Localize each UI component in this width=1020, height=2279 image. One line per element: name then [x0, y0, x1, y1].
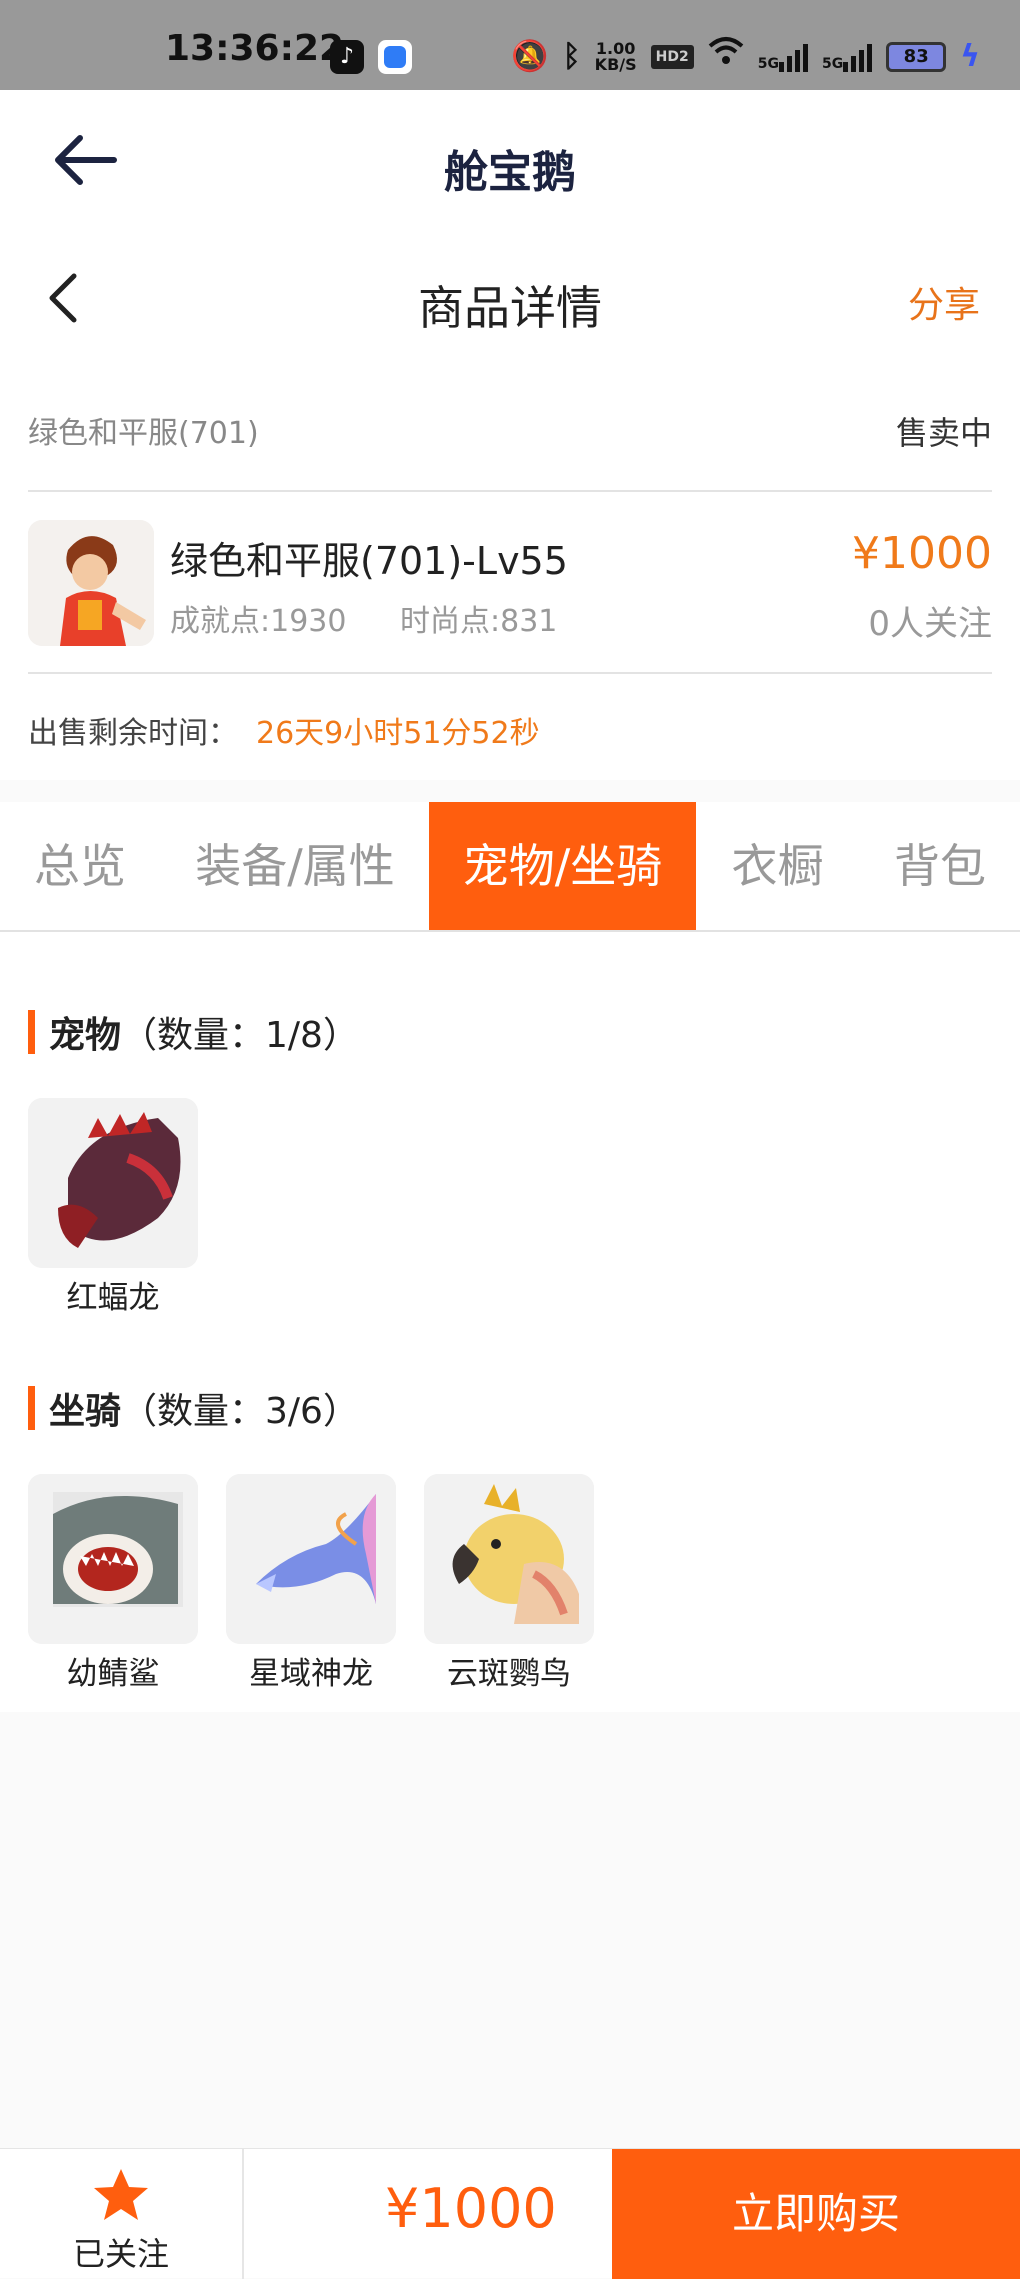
parrot-icon [424, 1474, 594, 1644]
section-marker [28, 1386, 35, 1430]
tab-bar: 总览 装备/属性 宠物/坐骑 衣橱 背包 [0, 802, 1020, 932]
mounts-title: 坐骑 [49, 1391, 122, 1432]
status-icons: 🔕 ᛒ 1.00 KB/S HD2 5G 5G 83 ϟ [511, 36, 980, 77]
bluetooth-icon: ᛒ [562, 38, 581, 74]
hd-icon: HD2 [650, 44, 694, 69]
follow-button[interactable]: 已关注 [0, 2149, 244, 2279]
buy-now-button[interactable]: 立即购买 [612, 2149, 1020, 2279]
mount-thumbnail[interactable] [28, 1474, 198, 1644]
mounts-section-title: 坐骑 （数量：3/6） [28, 1382, 359, 1434]
page-title: 商品详情 [418, 281, 602, 335]
fashion-points: 时尚点:831 [400, 604, 558, 639]
charging-icon: ϟ [960, 39, 980, 74]
bottom-price: ¥1000 [385, 2177, 557, 2240]
remaining-time-value: 26天9小时51分52秒 [256, 716, 540, 751]
tab-pets-mounts[interactable]: 宠物/坐骑 [429, 802, 696, 930]
pets-section-title: 宠物 （数量：1/8） [28, 1006, 359, 1058]
mounts-count: （数量：3/6） [121, 1391, 359, 1432]
app-header: 舱宝鹅 [0, 90, 1020, 240]
wifi-icon [708, 36, 744, 77]
app-title: 舱宝鹅 [444, 147, 576, 198]
remaining-time-label: 出售剩余时间： [28, 716, 238, 751]
tab-backpack[interactable]: 背包 [860, 802, 1020, 930]
follow-label: 已关注 [72, 2235, 169, 2273]
achievement-points: 成就点:1930 [170, 604, 347, 639]
pet-name: 红蝠龙 [66, 1280, 160, 1316]
divider [28, 490, 992, 492]
character-avatar [28, 520, 154, 646]
star-dragon-icon [226, 1474, 396, 1644]
item-price: ¥1000 [852, 528, 992, 579]
status-time: 13:36:22 [165, 28, 345, 69]
net-speed-unit: KB/S [594, 54, 637, 74]
share-button[interactable]: 分享 [908, 276, 980, 328]
section-marker [28, 1010, 35, 1054]
sale-status: 售卖中 [895, 414, 992, 452]
pets-mounts-content: 宠物 （数量：1/8） 红蝠龙 坐骑 （数量：3/6） 幼鲭鲨 星域神龙 云斑鹦… [0, 932, 1020, 1712]
tiktok-icon: ♪ [330, 40, 364, 74]
pet-thumbnail[interactable] [28, 1098, 198, 1268]
tab-equipment[interactable]: 装备/属性 [170, 802, 420, 930]
signal-1-icon: 5G [758, 42, 808, 72]
product-name: 绿色和平服(701) [28, 416, 259, 451]
mount-name: 幼鲭鲨 [66, 1656, 160, 1692]
bottom-action-bar: 已关注 ¥1000 立即购买 [0, 2148, 1020, 2279]
detail-header: 商品详情 分享 [0, 240, 1020, 360]
status-bar: 13:36:22 ♪ 🔕 ᛒ 1.00 KB/S HD2 5G 5G 83 ϟ [0, 0, 1020, 90]
pets-count: （数量：1/8） [121, 1015, 359, 1056]
shark-icon [28, 1474, 198, 1644]
pets-title: 宠物 [49, 1015, 122, 1056]
battery-icon: 83 [886, 41, 947, 72]
mount-thumbnail[interactable] [226, 1474, 396, 1644]
tab-wardrobe[interactable]: 衣橱 [700, 802, 855, 930]
mount-name: 云斑鹦鸟 [447, 1656, 571, 1692]
follower-count: 0人关注 [868, 604, 992, 644]
mute-bell-icon: 🔕 [511, 38, 549, 74]
mount-thumbnail[interactable] [424, 1474, 594, 1644]
app-notification-icon [378, 40, 412, 74]
star-icon [94, 2169, 148, 2220]
red-dragon-icon [28, 1098, 198, 1268]
mount-name: 星域神龙 [249, 1656, 373, 1692]
divider [28, 672, 992, 674]
tab-overview[interactable]: 总览 [0, 802, 160, 930]
signal-2-icon: 5G [822, 42, 873, 72]
item-title: 绿色和平服(701)-Lv55 [170, 539, 568, 583]
product-card: 绿色和平服(701) 售卖中 绿色和平服(701)-Lv55 成就点:1930 … [0, 360, 1020, 780]
net-speed: 1.00 KB/S [594, 40, 637, 74]
